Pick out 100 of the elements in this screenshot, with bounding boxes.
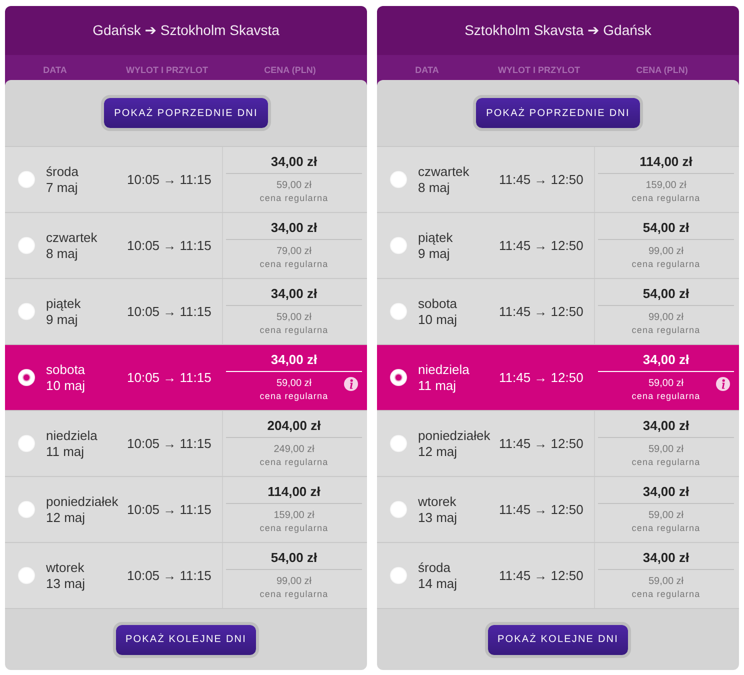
radio-button[interactable] [18,567,35,584]
flight-times: 10:05 → 11:15 [127,238,212,253]
price-label: 34,00 zł [642,549,690,567]
price-label: 34,00 zł [270,219,318,237]
radio-button[interactable] [390,303,407,320]
column-header: WYLOT I PRZYLOT [498,64,580,76]
flight-row[interactable]: czwartek 8 maj 11:45 → 12:50 114,00 zł 159,00 zł cena regularna [377,146,739,212]
regular-price: 249,00 zł [274,444,314,456]
price-label: 34,00 zł [270,351,318,369]
regular-price-label: cena regularna [632,588,700,600]
day-label: sobota [418,296,458,312]
flight-times: 11:45 → 12:50 [499,172,584,187]
flight-row[interactable]: niedziela 11 maj 11:45 → 12:50 34,00 zł 59,00 zł cena regularna [377,344,739,410]
radio-button[interactable] [390,369,407,386]
radio-button[interactable] [18,303,35,320]
day-label: sobota [46,362,86,378]
flight-row[interactable]: środa 14 maj 11:45 → 12:50 34,00 zł 59,00 zł cena regularna [377,542,739,608]
date-label: 14 maj [418,576,458,592]
radio-button[interactable] [18,237,35,254]
date-label: 9 maj [46,312,78,328]
radio-button[interactable] [390,501,407,518]
regular-price-label: cena regularna [260,192,328,204]
radio-button[interactable] [390,435,407,452]
regular-price: 59,00 zł [276,180,312,192]
regular-price: 59,00 zł [648,576,684,588]
regular-price-label: cena regularna [260,258,328,270]
flight-row[interactable]: wtorek 13 maj 11:45 → 12:50 34,00 zł 59,00 zł cena regularna [377,476,739,542]
price-label: 114,00 zł [268,483,320,501]
regular-price: 99,00 zł [276,576,312,588]
next-days-button[interactable]: POKAŻ KOLEJNE DNI [112,622,260,658]
flight-times: 10:05 → 11:15 [127,370,212,385]
column-header: CENA (PLN) [636,64,688,76]
flight-times: 10:05 → 11:15 [127,502,212,517]
radio-button[interactable] [390,171,407,188]
date-label: 7 maj [46,180,78,196]
column-header: DATA [415,64,439,76]
price-label: 114,00 zł [640,153,692,171]
flight-times: 10:05 → 11:15 [127,172,212,187]
date-label: 11 maj [418,378,456,394]
regular-price-label: cena regularna [632,258,700,270]
day-label: poniedziałek [418,428,490,444]
flight-row[interactable]: sobota 10 maj 10:05 → 11:15 34,00 zł 59,00 zł cena regularna [5,344,367,410]
column-header: DATA [43,64,67,76]
radio-button[interactable] [18,171,35,188]
flight-times: 10:05 → 11:15 [127,304,212,319]
day-label: wtorek [46,560,84,576]
radio-button[interactable] [390,567,407,584]
price-label: 34,00 zł [270,153,318,171]
price-label: 54,00 zł [270,549,318,567]
flight-row[interactable]: wtorek 13 maj 10:05 → 11:15 54,00 zł 99,00 zł cena regularna [5,542,367,608]
radio-button[interactable] [18,435,35,452]
regular-price-label: cena regularna [260,588,328,600]
regular-price-label: cena regularna [632,192,700,204]
info-icon[interactable] [716,377,730,391]
flight-row[interactable]: piątek 9 maj 10:05 → 11:15 34,00 zł 59,00 zł cena regularna [5,278,367,344]
price-label: 54,00 zł [642,285,690,303]
flight-times: 11:45 → 12:50 [499,568,584,583]
flight-times: 11:45 → 12:50 [499,436,584,451]
regular-price: 159,00 zł [274,510,314,522]
column-header: CENA (PLN) [264,64,316,76]
day-label: czwartek [46,230,98,246]
day-label: wtorek [418,494,456,510]
price-label: 34,00 zł [270,285,318,303]
date-label: 9 maj [418,246,450,262]
regular-price-label: cena regularna [260,324,328,336]
day-label: piątek [46,296,81,312]
flight-row[interactable]: sobota 10 maj 11:45 → 12:50 54,00 zł 99,00 zł cena regularna [377,278,739,344]
day-label: poniedziałek [46,494,118,510]
flight-row[interactable]: czwartek 8 maj 10:05 → 11:15 34,00 zł 79,00 zł cena regularna [5,212,367,278]
regular-price-label: cena regularna [260,390,328,402]
route-title: Sztokholm Skavsta ➔ Gdańsk [464,22,652,39]
regular-price: 159,00 zł [646,180,686,192]
flight-row[interactable]: piątek 9 maj 11:45 → 12:50 54,00 zł 99,00 zł cena regularna [377,212,739,278]
date-label: 10 maj [418,312,458,328]
day-label: środa [418,560,451,576]
info-icon[interactable] [344,377,358,391]
regular-price-label: cena regularna [260,522,328,534]
radio-button[interactable] [18,501,35,518]
regular-price-label: cena regularna [632,390,700,402]
regular-price: 59,00 zł [648,378,684,390]
day-label: niedziela [46,428,98,444]
radio-button[interactable] [390,237,407,254]
price-label: 54,00 zł [642,219,690,237]
flight-row[interactable]: środa 7 maj 10:05 → 11:15 34,00 zł 59,00 zł cena regularna [5,146,367,212]
regular-price: 59,00 zł [276,378,312,390]
price-label: 34,00 zł [642,417,690,435]
previous-days-button[interactable]: POKAŻ POPRZEDNIE DNI [473,95,643,131]
next-days-button[interactable]: POKAŻ KOLEJNE DNI [484,622,632,658]
price-label: 34,00 zł [642,483,690,501]
day-label: piątek [418,230,453,246]
flight-times: 10:05 → 11:15 [127,436,212,451]
previous-days-button[interactable]: POKAŻ POPRZEDNIE DNI [101,95,271,131]
day-label: środa [46,164,79,180]
regular-price: 79,00 zł [276,246,312,258]
flight-times: 10:05 → 11:15 [127,568,212,583]
radio-button[interactable] [18,369,35,386]
regular-price: 99,00 zł [648,312,684,324]
day-label: niedziela [418,362,470,378]
flight-row[interactable]: niedziela 11 maj 10:05 → 11:15 204,00 zł 249,00 zł cena regularna [5,410,367,476]
regular-price: 59,00 zł [276,312,312,324]
